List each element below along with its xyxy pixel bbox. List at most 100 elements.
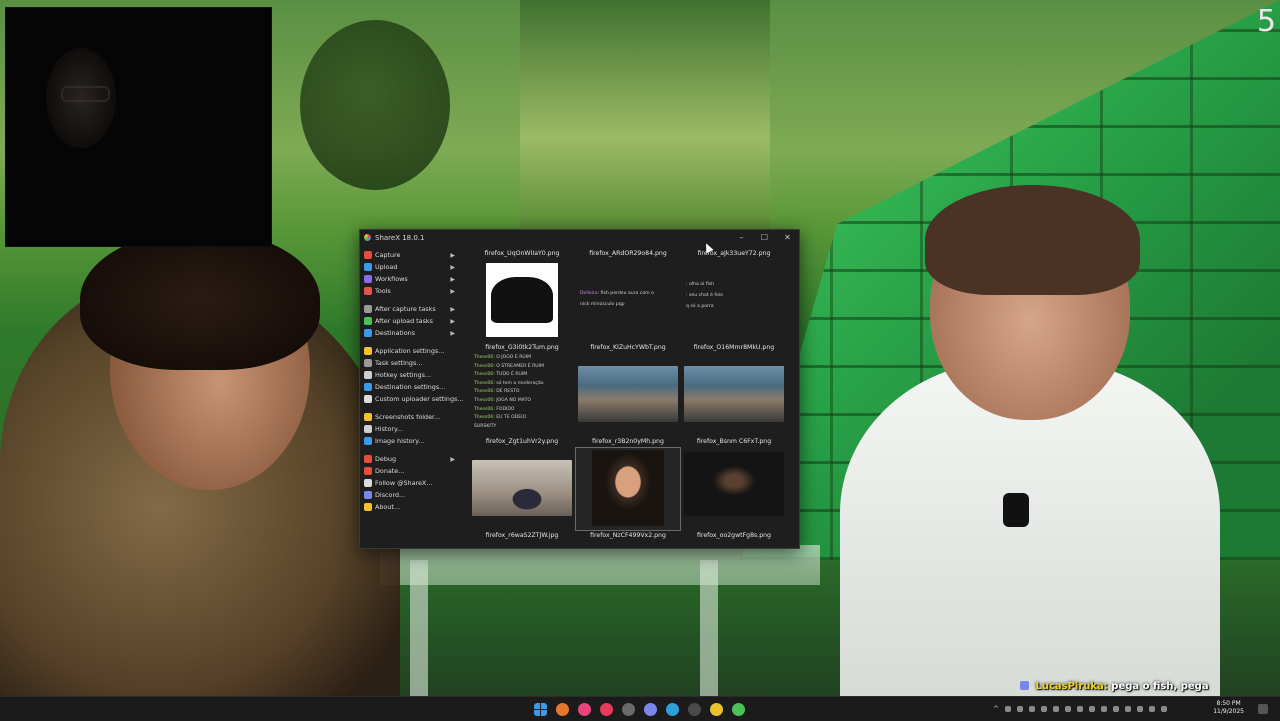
tray-icon[interactable] xyxy=(1016,706,1023,712)
history-item-thumbnail[interactable]: Thess06: O JOGO É RUIM Thess06: O STREAME… xyxy=(470,354,574,436)
history-item-thumbnail[interactable] xyxy=(682,354,786,436)
history-item[interactable]: firefox_UqOnWIIaY0.png xyxy=(470,248,574,259)
menu-item-screenshots-folder[interactable]: Screenshots folder... xyxy=(360,411,460,423)
history-item[interactable]: firefox_G3i0tk2Tum.png xyxy=(470,342,574,353)
menu-item-icon xyxy=(364,437,372,445)
history-item[interactable]: firefox_oo2gwtFg8s.png xyxy=(682,530,786,541)
history-item-thumbnail[interactable]: Dolleiro: fish perdeu aura com o nick min… xyxy=(576,260,680,342)
history-item-filename: firefox_G3i0tk2Tum.png xyxy=(485,344,559,351)
chat-preview-line: Thess06: EU TE ODEIO xyxy=(474,415,526,420)
history-item-thumbnail[interactable] xyxy=(575,447,681,531)
tray-icon[interactable] xyxy=(1160,706,1167,712)
history-item[interactable]: firefox_O16Mmr8MkU.png xyxy=(682,342,786,353)
history-item[interactable]: firefox_KIZuHcYWbT.png xyxy=(576,342,680,353)
menu-item-task-settings[interactable]: Task settings... xyxy=(360,357,460,369)
menu-item-tools[interactable]: Tools ▶ xyxy=(360,285,460,297)
history-item[interactable]: firefox_NzCF499Vx2.png xyxy=(576,530,680,541)
history-item-thumbnail[interactable] xyxy=(576,354,680,436)
history-item[interactable]: firefox_Zgt1uhVr2y.png xyxy=(470,436,574,447)
menu-item-donate[interactable]: Donate... xyxy=(360,465,460,477)
history-item[interactable]: firefox_r3B2n0yMh.png xyxy=(576,436,680,447)
chat-preview-line: Thess06: DE RESTO xyxy=(474,389,520,394)
history-item-thumbnail[interactable] xyxy=(470,260,574,342)
tray-icon[interactable] xyxy=(1028,706,1035,712)
maximize-button[interactable]: ☐ xyxy=(753,230,776,245)
chat-nick: Thess06 xyxy=(474,380,494,386)
menu-item-history[interactable]: History... xyxy=(360,423,460,435)
tray-icon[interactable] xyxy=(1052,706,1059,712)
menu-item-label: Destination settings... xyxy=(375,383,446,391)
thumb-photo xyxy=(684,452,784,516)
menu-item-workflows[interactable]: Workflows ▶ xyxy=(360,273,460,285)
menu-item-about[interactable]: About... xyxy=(360,501,460,513)
menu-item-application-settings[interactable]: Application settings... xyxy=(360,345,460,357)
menu-item-icon xyxy=(364,491,372,499)
lapel-microphone xyxy=(1003,493,1029,527)
chat-text: : TUDO É RUIM xyxy=(493,372,528,378)
menu-item-icon xyxy=(364,251,372,259)
tray-icon[interactable] xyxy=(1100,706,1107,712)
history-item[interactable]: firefox_r6waS2ZTJW.jpg xyxy=(470,530,574,541)
obs-icon[interactable] xyxy=(622,703,635,716)
discord-icon[interactable] xyxy=(644,703,657,716)
history-item-thumbnail[interactable] xyxy=(470,448,574,530)
menu-item-debug[interactable]: Debug ▶ xyxy=(360,453,460,465)
menu-item-after-capture-tasks[interactable]: After capture tasks ▶ xyxy=(360,303,460,315)
menu-item-discord[interactable]: Discord... xyxy=(360,489,460,501)
submenu-arrow-icon: ▶ xyxy=(450,329,455,337)
tray-icon[interactable] xyxy=(1064,706,1071,712)
menu-item-upload[interactable]: Upload ▶ xyxy=(360,261,460,273)
menu-item-destinations[interactable]: Destinations ▶ xyxy=(360,327,460,339)
tray-chevron-icon[interactable]: ^ xyxy=(993,705,999,713)
menu-item-image-history[interactable]: Image history... xyxy=(360,435,460,447)
windows-start-icon[interactable] xyxy=(534,703,547,716)
sharex-icon[interactable] xyxy=(732,703,745,716)
history-item-filename: firefox_Bsnm C6FxT.png xyxy=(696,438,772,445)
chrome-icon[interactable] xyxy=(710,703,723,716)
menu-item-hotkey-settings[interactable]: Hotkey settings... xyxy=(360,369,460,381)
menu-item-label: Debug xyxy=(375,455,397,463)
tray-icon[interactable] xyxy=(1124,706,1131,712)
webcam-glasses xyxy=(61,86,110,102)
menu-item-destination-settings[interactable]: Destination settings... xyxy=(360,381,460,393)
menu-item-label: Upload xyxy=(375,263,398,271)
chat-text: : só tem a moderação xyxy=(493,380,544,386)
sharex-window[interactable]: ShareX 18.0.1 – ☐ ✕ Capture ▶ Upload ▶ Workf… xyxy=(359,229,800,549)
tray-icon[interactable] xyxy=(1076,706,1083,712)
music-icon[interactable] xyxy=(600,703,613,716)
menu-item-icon xyxy=(364,371,372,379)
history-item[interactable]: firefox_ARdOR29o84.png xyxy=(576,248,680,259)
tray-icon[interactable] xyxy=(1040,706,1047,712)
chat-preview-line: Thess06: O JOGO É RUIM xyxy=(474,355,531,360)
snipping-icon[interactable] xyxy=(688,703,701,716)
taskbar: ^ 8:50 PM 11/9/2025 xyxy=(0,696,1280,721)
close-button[interactable]: ✕ xyxy=(776,230,799,245)
menu-item-follow-sharex[interactable]: Follow @ShareX... xyxy=(360,477,460,489)
chat-text: : EU TE ODEIO xyxy=(493,415,527,421)
history-item-thumbnail[interactable]: : olha ai fish: seu chat é feio q só a po… xyxy=(682,260,786,342)
refresh-icon[interactable] xyxy=(666,703,679,716)
tray-icon[interactable] xyxy=(1148,706,1155,712)
chat-preview-line: Thess06: FODIDO xyxy=(474,407,515,412)
menu-item-after-upload-tasks[interactable]: After upload tasks ▶ xyxy=(360,315,460,327)
notification-icon[interactable] xyxy=(1258,704,1268,714)
history-item-filename: firefox_O16Mmr8MkU.png xyxy=(693,344,775,351)
firefox-icon[interactable] xyxy=(556,703,569,716)
tray-icon[interactable] xyxy=(1136,706,1143,712)
history-item[interactable]: firefox_Bsnm C6FxT.png xyxy=(682,436,786,447)
tray-icon[interactable] xyxy=(1088,706,1095,712)
tray-icon[interactable] xyxy=(1112,706,1119,712)
history-item-thumbnail[interactable] xyxy=(682,448,786,530)
osu-icon[interactable] xyxy=(578,703,591,716)
chat-text: : seu chat é feio xyxy=(686,293,723,298)
history-item[interactable]: firefox_aJk33ueY72.png xyxy=(682,248,786,259)
history-item-filename: firefox_NzCF499Vx2.png xyxy=(590,532,666,539)
menu-item-custom-uploader-settings[interactable]: Custom uploader settings... xyxy=(360,393,463,405)
minimize-button[interactable]: – xyxy=(730,230,753,245)
menu-item-capture[interactable]: Capture ▶ xyxy=(360,249,460,261)
tray-icon[interactable] xyxy=(1004,706,1011,712)
sharex-titlebar[interactable]: ShareX 18.0.1 – ☐ ✕ xyxy=(360,230,799,245)
menu-item-icon xyxy=(364,287,372,295)
menu-item-icon xyxy=(364,263,372,271)
taskbar-clock[interactable]: 8:50 PM 11/9/2025 xyxy=(1213,700,1244,716)
